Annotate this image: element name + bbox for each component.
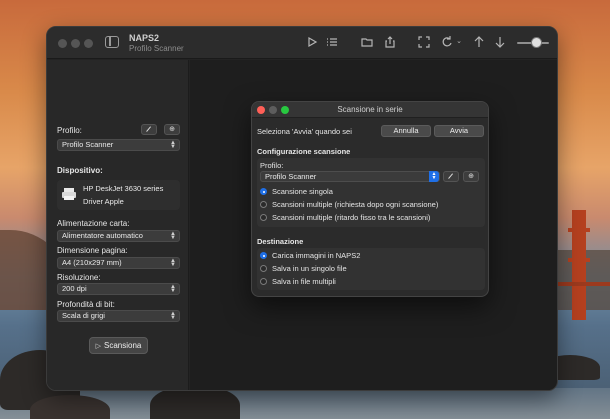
window-zoom-button[interactable] — [84, 39, 93, 48]
scan-settings-panel: Profilo: ⊕ Profilo Scanner ▲ ▼ Dispositiv… — [47, 60, 189, 390]
paper-source-label: Alimentazione carta: — [57, 219, 130, 228]
dialog-profile-value: Profilo Scanner — [265, 172, 317, 181]
updown-arrows-icon: ▲ ▼ — [170, 311, 176, 321]
dialog-title: Scansione in serie — [337, 105, 403, 114]
bit-depth-label: Profondità di bit: — [57, 300, 115, 309]
page-size-label: Dimensione pagina: — [57, 246, 128, 255]
dialog-add-profile-button[interactable]: ⊕ — [463, 171, 479, 182]
window-close-button[interactable] — [58, 39, 67, 48]
option-multi-scan-prompt: Scansioni multiple (richiesta dopo ogni … — [272, 200, 439, 209]
profile-select[interactable]: Profilo Scanner ▲ ▼ — [57, 139, 180, 151]
device-card[interactable]: HP DeskJet 3630 series Driver Apple — [57, 180, 180, 210]
edit-profile-button[interactable] — [141, 124, 157, 135]
folder-icon[interactable] — [360, 35, 374, 49]
option-single-file: Salva in un singolo file — [272, 264, 347, 273]
list-icon[interactable] — [325, 35, 339, 49]
page-size-value: A4 (210x297 mm) — [62, 258, 122, 267]
option-load-naps2: Carica immagini in NAPS2 — [272, 251, 361, 260]
profile-label: Profilo: — [57, 126, 82, 135]
option-multiple-files: Salva in file multipli — [272, 277, 336, 286]
radio-single-file[interactable] — [260, 265, 267, 272]
config-heading: Configurazione scansione — [257, 147, 351, 156]
paper-source-select[interactable]: Alimentatore automatico ▲ ▼ — [57, 230, 180, 242]
dialog-profile-select[interactable]: Profilo Scanner ▲ ▼ — [260, 171, 440, 182]
arrow-up-icon[interactable] — [472, 35, 486, 49]
desktop-bridge-tower — [568, 210, 590, 320]
desktop-hill-right — [550, 250, 610, 310]
updown-arrows-icon: ▲ ▼ — [170, 284, 176, 294]
profile-select-value: Profilo Scanner — [62, 140, 114, 149]
radio-single-scan[interactable] — [260, 188, 267, 195]
updown-arrows-icon: ▲ ▼ — [170, 140, 176, 150]
resolution-value: 200 dpi — [62, 284, 87, 293]
page-size-select[interactable]: A4 (210x297 mm) ▲ ▼ — [57, 257, 180, 269]
desktop-bridge-deck — [550, 282, 610, 286]
radio-multi-scan-prompt[interactable] — [260, 201, 267, 208]
play-icon[interactable] — [305, 35, 319, 49]
dialog-edit-profile-button[interactable] — [443, 171, 459, 182]
play-icon: ▷ — [95, 343, 102, 350]
app-title: NAPS2 — [129, 33, 160, 43]
chevron-down-icon[interactable]: ⌄ — [452, 35, 466, 49]
radio-multiple-files[interactable] — [260, 278, 267, 285]
dialog-instruction: Seleziona 'Avvia' quando sei — [257, 127, 352, 136]
share-icon[interactable] — [383, 35, 397, 49]
dialog-profile-label: Profilo: — [260, 161, 284, 170]
destination-heading: Destinazione — [257, 237, 304, 246]
printer-icon — [62, 188, 76, 200]
option-single-scan: Scansione singola — [272, 187, 333, 196]
crop-icon[interactable] — [417, 35, 431, 49]
device-name: HP DeskJet 3630 series — [83, 184, 164, 193]
radio-load-naps2[interactable] — [260, 252, 267, 259]
arrow-down-icon[interactable] — [493, 35, 507, 49]
zoom-slider-knob[interactable] — [531, 37, 542, 48]
paper-source-value: Alimentatore automatico — [62, 231, 143, 240]
desktop-rock — [30, 395, 110, 419]
start-button[interactable]: Avvia — [434, 125, 484, 137]
bit-depth-value: Scala di grigi — [62, 311, 105, 320]
updown-arrows-icon: ▲ ▼ — [429, 171, 439, 182]
updown-arrows-icon: ▲ ▼ — [170, 258, 176, 268]
resolution-select[interactable]: 200 dpi ▲ ▼ — [57, 283, 180, 295]
scan-config-group: Profilo: Profilo Scanner ▲ ▼ ⊕ Scansione … — [257, 158, 485, 227]
radio-multi-scan-delay[interactable] — [260, 214, 267, 221]
dialog-titlebar: Scansione in serie — [252, 102, 488, 118]
sidebar-toggle-icon[interactable] — [105, 36, 119, 48]
cancel-button[interactable]: Annulla — [381, 125, 431, 137]
app-subtitle: Profilo Scanner — [129, 44, 184, 53]
option-multi-scan-delay: Scansioni multiple (ritardo fisso tra le… — [272, 213, 431, 222]
device-driver: Driver Apple — [83, 197, 124, 206]
window-titlebar: NAPS2 Profilo Scanner ⌄ — [47, 27, 557, 59]
scan-button-label: Scansiona — [104, 341, 142, 350]
device-label: Dispositivo: — [57, 166, 103, 175]
resolution-label: Risoluzione: — [57, 273, 101, 282]
add-profile-button[interactable]: ⊕ — [164, 124, 180, 135]
desktop-sea-foam — [0, 388, 610, 419]
bit-depth-select[interactable]: Scala di grigi ▲ ▼ — [57, 310, 180, 322]
batch-scan-dialog: Scansione in serie Seleziona 'Avvia' qua… — [251, 101, 489, 297]
window-minimize-button[interactable] — [71, 39, 80, 48]
scan-button[interactable]: ▷ Scansiona — [89, 337, 148, 354]
updown-arrows-icon: ▲ ▼ — [170, 231, 176, 241]
destination-group: Carica immagini in NAPS2 Salva in un sin… — [257, 248, 485, 290]
